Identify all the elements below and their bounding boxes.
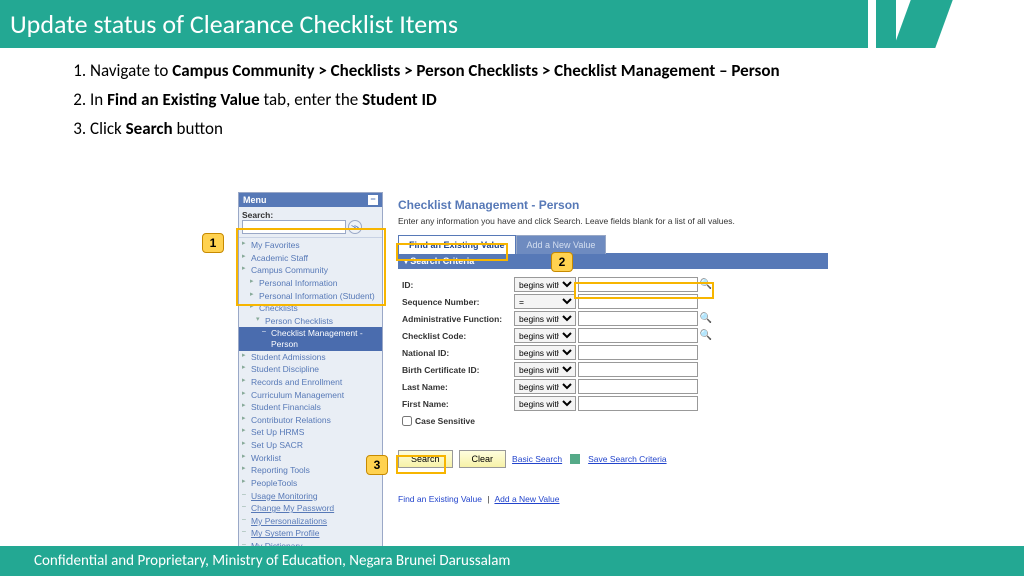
nav-menu: Menu − Search: ≫ My FavoritesAcademic St… [238, 192, 383, 567]
menu-item[interactable]: Student Admissions [239, 351, 382, 364]
case-label: Case Sensitive [415, 416, 475, 426]
instruction-step: Click Search button [90, 118, 964, 141]
action-row: Search Clear Basic Search Save Search Cr… [398, 450, 828, 468]
field-label: National ID: [402, 348, 514, 358]
menu-item[interactable]: Student Financials [239, 401, 382, 414]
field-label: ID: [402, 280, 514, 290]
callout-2: 2 [551, 252, 573, 272]
menu-item[interactable]: Usage Monitoring [239, 490, 382, 503]
search-row: Birth Certificate ID:begins with [402, 362, 824, 377]
screenshot-embed: Menu − Search: ≫ My FavoritesAcademic St… [238, 192, 828, 537]
menu-header: Menu − [239, 193, 382, 207]
search-row: ID:begins with 🔍 [402, 277, 824, 292]
search-row: Checklist Code:begins with 🔍 [402, 328, 824, 343]
bottom-add-link[interactable]: Add a New Value [494, 494, 559, 504]
title-bar: Update status of Clearance Checklist Ite… [0, 0, 1024, 48]
instruction-step: In Find an Existing Value tab, enter the… [90, 89, 964, 112]
operator-select[interactable]: = [514, 294, 576, 309]
tab-find-existing[interactable]: Find an Existing Value [398, 235, 516, 254]
value-input[interactable] [578, 345, 698, 360]
value-input[interactable] [578, 362, 698, 377]
value-input[interactable] [578, 311, 698, 326]
field-label: Last Name: [402, 382, 514, 392]
menu-item[interactable]: Change My Password [239, 502, 382, 515]
menu-item[interactable]: Personal Information (Student) [239, 290, 382, 303]
menu-item[interactable]: Academic Staff [239, 252, 382, 265]
search-pane: Checklist Management - Person Enter any … [398, 198, 828, 504]
instruction-step: Navigate to Campus Community > Checklist… [90, 60, 964, 83]
search-row: National ID:begins with [402, 345, 824, 360]
value-input[interactable] [578, 328, 698, 343]
save-criteria-link[interactable]: Save Search Criteria [588, 454, 666, 464]
search-form: ID:begins with🔍Sequence Number:=Administ… [398, 269, 828, 434]
save-icon [570, 454, 580, 464]
search-row: First Name:begins with [402, 396, 824, 411]
menu-item[interactable]: Checklist Management - Person [239, 327, 382, 350]
search-row: Administrative Function:begins with 🔍 [402, 311, 824, 326]
menu-item[interactable]: Person Checklists [239, 315, 382, 328]
value-input[interactable] [578, 396, 698, 411]
value-input[interactable] [578, 277, 698, 292]
field-label: Birth Certificate ID: [402, 365, 514, 375]
lookup-icon[interactable]: 🔍 [700, 279, 712, 291]
menu-search-input[interactable] [242, 220, 346, 234]
value-input[interactable] [578, 379, 698, 394]
menu-item[interactable]: Set Up SACR [239, 439, 382, 452]
menu-item[interactable]: Records and Enrollment [239, 376, 382, 389]
callout-3: 3 [366, 455, 388, 475]
collapse-icon[interactable]: − [368, 195, 378, 205]
menu-item[interactable]: Campus Community [239, 264, 382, 277]
operator-select[interactable]: begins with [514, 311, 576, 326]
menu-item[interactable]: Worklist [239, 452, 382, 465]
field-label: First Name: [402, 399, 514, 409]
search-row: Sequence Number:= [402, 294, 824, 309]
tab-strip: Find an Existing Value Add a New Value [398, 234, 828, 253]
operator-select[interactable]: begins with [514, 277, 576, 292]
field-label: Checklist Code: [402, 331, 514, 341]
lookup-icon[interactable]: 🔍 [700, 330, 712, 342]
clear-button[interactable]: Clear [459, 450, 507, 468]
menu-item[interactable]: PeopleTools [239, 477, 382, 490]
menu-item[interactable]: Contributor Relations [239, 414, 382, 427]
operator-select[interactable]: begins with [514, 379, 576, 394]
slide-title: Update status of Clearance Checklist Ite… [0, 0, 868, 48]
bottom-links: Find an Existing Value | Add a New Value [398, 494, 828, 504]
case-checkbox[interactable] [402, 416, 412, 426]
menu-item[interactable]: Curriculum Management [239, 389, 382, 402]
menu-search-label: Search: [242, 210, 379, 220]
field-label: Administrative Function: [402, 314, 514, 324]
menu-item[interactable]: Personal Information [239, 277, 382, 290]
menu-item[interactable]: Reporting Tools [239, 464, 382, 477]
criteria-header[interactable]: Search Criteria [398, 253, 828, 269]
page-heading: Checklist Management - Person [398, 198, 828, 212]
value-input[interactable] [578, 294, 698, 309]
search-button[interactable]: Search [398, 450, 453, 468]
page-hint: Enter any information you have and click… [398, 216, 828, 226]
menu-item[interactable]: Student Discipline [239, 363, 382, 376]
footer-bar: Confidential and Proprietary, Ministry o… [0, 546, 1024, 576]
menu-item[interactable]: Set Up HRMS [239, 426, 382, 439]
menu-item[interactable]: Checklists [239, 302, 382, 315]
operator-select[interactable]: begins with [514, 362, 576, 377]
menu-item[interactable]: My System Profile [239, 527, 382, 540]
go-icon[interactable]: ≫ [348, 220, 362, 234]
lookup-icon[interactable]: 🔍 [700, 313, 712, 325]
field-label: Sequence Number: [402, 297, 514, 307]
bottom-find-link[interactable]: Find an Existing Value [398, 494, 482, 504]
basic-search-link[interactable]: Basic Search [512, 454, 562, 464]
case-sensitive-row: Case Sensitive [402, 416, 824, 426]
operator-select[interactable]: begins with [514, 345, 576, 360]
operator-select[interactable]: begins with [514, 396, 576, 411]
menu-title: Menu [243, 195, 267, 205]
menu-search-row: Search: ≫ [239, 207, 382, 238]
menu-item[interactable]: My Favorites [239, 239, 382, 252]
menu-item[interactable]: My Personalizations [239, 515, 382, 528]
search-row: Last Name:begins with [402, 379, 824, 394]
callout-1: 1 [202, 233, 224, 253]
instruction-list: Navigate to Campus Community > Checklist… [0, 48, 1024, 141]
operator-select[interactable]: begins with [514, 328, 576, 343]
